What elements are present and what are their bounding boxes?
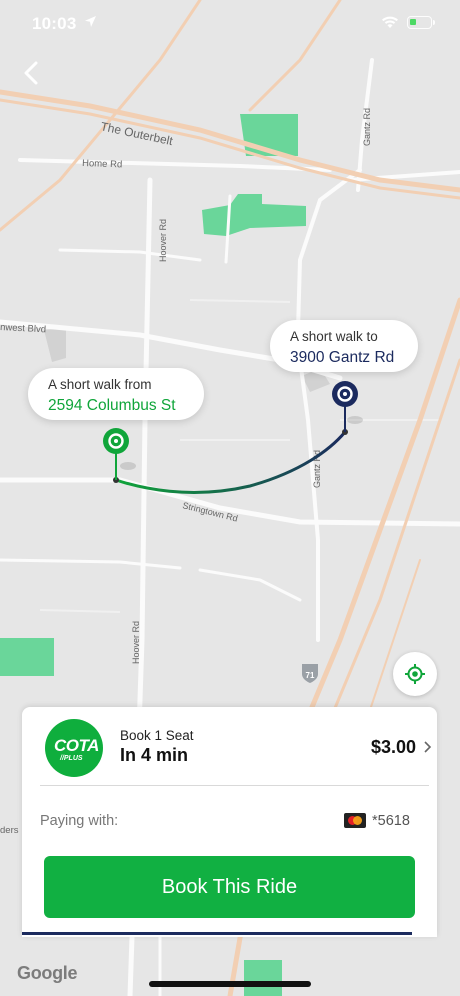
back-button[interactable]: [14, 56, 48, 90]
road-label-hoover-rd-south: Hoover Rd: [131, 621, 141, 664]
ride-eta: In 4 min: [120, 745, 189, 765]
ride-option-row[interactable]: COTA //PLUS Book 1 Seat In 4 min $3.00: [22, 707, 437, 787]
pickup-address: 2594 Columbus St: [48, 397, 176, 414]
card-last4: *5618: [372, 813, 410, 829]
sheet-bottom-strip: [22, 932, 412, 935]
interstate-number: 71: [306, 671, 315, 680]
locate-me-button[interactable]: [393, 652, 437, 696]
dropoff-address: 3900 Gantz Rd: [290, 349, 395, 366]
pickup-callout[interactable]: A short walk from 2594 Columbus St: [28, 368, 204, 420]
road-label-home-rd: Home Rd: [82, 158, 122, 170]
dropoff-callout-label: A short walk to: [290, 329, 378, 344]
status-time: 10:03: [32, 14, 77, 33]
divider: [40, 785, 429, 786]
park-area: [0, 638, 54, 676]
pickup-callout-label: A short walk from: [48, 377, 152, 392]
ride-title: Book 1 Seat: [120, 728, 194, 743]
booking-sheet: COTA //PLUS Book 1 Seat In 4 min $3.00 P…: [22, 707, 437, 937]
cota-logo-sub: //PLUS: [60, 755, 83, 762]
payment-method-row[interactable]: Paying with: *5618: [22, 805, 437, 839]
location-arrow-icon: [85, 16, 96, 27]
locate-me-icon: [405, 664, 425, 684]
chevron-right-icon: [424, 741, 432, 753]
park-area: [244, 960, 282, 996]
cota-plus-logo: COTA //PLUS: [45, 719, 103, 777]
mastercard-icon: [344, 813, 366, 828]
battery-icon: [407, 16, 435, 29]
road-label-gantz-rd-north: Gantz Rd: [362, 108, 372, 146]
road-label-hoover-rd-north: Hoover Rd: [158, 219, 168, 262]
home-indicator[interactable]: [149, 981, 311, 987]
dropoff-callout[interactable]: A short walk to 3900 Gantz Rd: [270, 320, 418, 372]
ride-price: $3.00: [370, 737, 416, 757]
book-ride-button[interactable]: Book This Ride: [44, 856, 415, 918]
back-chevron-icon: [24, 61, 38, 85]
status-bar: 10:03: [0, 0, 460, 48]
road-label-side-road: ders: [0, 825, 19, 836]
wifi-icon: [382, 16, 398, 28]
payment-label: Paying with:: [40, 813, 119, 829]
google-logo: Google: [17, 963, 78, 983]
cota-logo-name: COTA: [54, 736, 99, 755]
